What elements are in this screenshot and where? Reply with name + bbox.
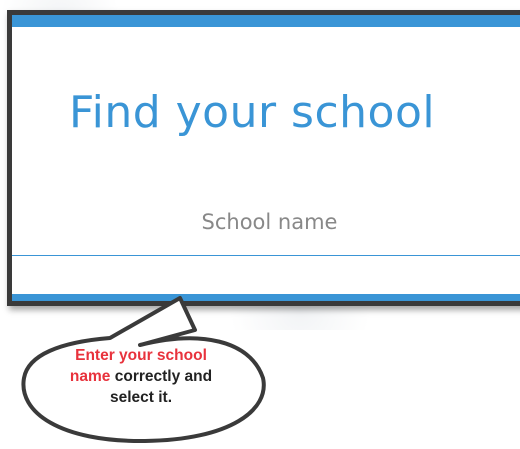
callout-line2-rest: correctly and bbox=[110, 368, 213, 385]
top-accent-bar bbox=[12, 15, 520, 27]
bottom-accent-bar bbox=[12, 294, 520, 301]
callout-highlight-line1: Enter your school bbox=[75, 347, 207, 364]
callout-line3: select it. bbox=[109, 389, 173, 406]
screenshot-stage: Find your school Enter your school name … bbox=[0, 0, 520, 449]
app-frame: Find your school bbox=[7, 10, 520, 306]
page-title: Find your school bbox=[69, 87, 436, 138]
callout-message: Enter your school name correctly and sel… bbox=[45, 345, 237, 408]
callout-highlight-line2: name bbox=[69, 368, 111, 385]
school-name-field bbox=[12, 199, 520, 257]
school-name-input[interactable] bbox=[12, 199, 520, 256]
